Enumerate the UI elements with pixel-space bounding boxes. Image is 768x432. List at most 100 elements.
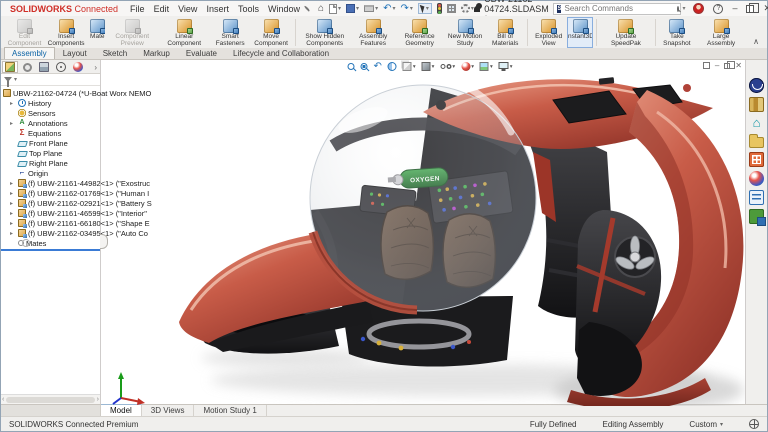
- component-preview-window-button[interactable]: Component Preview Window: [106, 17, 158, 48]
- tab-sketch[interactable]: Sketch: [95, 47, 135, 59]
- pin-menu-icon[interactable]: [304, 5, 310, 11]
- tab-motion-study[interactable]: Motion Study 1: [194, 405, 266, 416]
- expand-icon[interactable]: ▸: [10, 210, 16, 217]
- smart-fasteners-button[interactable]: Smart Fasteners: [210, 17, 250, 48]
- file-explorer-icon[interactable]: [749, 137, 764, 148]
- tab-configurationmanager[interactable]: [36, 61, 52, 73]
- select-tool-button[interactable]: ▾: [418, 3, 432, 14]
- help-button[interactable]: ?: [713, 4, 723, 14]
- graphics-area[interactable]: ↶ ▾ ▾ ▾ ▾ ▾ ▾ – ✕: [101, 60, 745, 404]
- minimize-button[interactable]: –: [732, 4, 737, 13]
- show-hidden-components-button[interactable]: Show Hidden Components: [299, 17, 351, 48]
- tab-propertymanager[interactable]: [19, 61, 35, 73]
- insert-components-button[interactable]: Insert Components▾: [44, 17, 88, 48]
- user-avatar[interactable]: [693, 3, 704, 14]
- mate-button[interactable]: Mate: [88, 17, 106, 48]
- expand-icon[interactable]: ▸: [10, 200, 16, 207]
- display-style-button[interactable]: ▾: [422, 62, 435, 71]
- take-snapshot-button[interactable]: Take Snapshot: [659, 17, 696, 48]
- expand-icon[interactable]: ▸: [10, 230, 16, 237]
- expand-icon[interactable]: ▸: [10, 120, 16, 127]
- tab-layout[interactable]: Layout: [55, 47, 95, 59]
- menu-tools[interactable]: Tools: [238, 4, 259, 14]
- tree-item-component-human[interactable]: ▸(f) UBW-21162-01769<1> ("Human I: [1, 188, 100, 198]
- menu-file[interactable]: File: [130, 4, 145, 14]
- tree-item-annotations[interactable]: ▸AAnnotations: [1, 118, 100, 128]
- update-speedpak-button[interactable]: Update SpeedPak Subassemblies: [600, 17, 652, 48]
- view-orientation-button[interactable]: ▾: [403, 62, 416, 71]
- tree-item-equations[interactable]: ΣEquations: [1, 128, 100, 138]
- design-library-icon[interactable]: [749, 97, 764, 112]
- unit-dropdown-icon[interactable]: ▾: [720, 421, 723, 428]
- feature-tabs-overflow-button[interactable]: ›: [94, 63, 99, 72]
- tree-item-origin[interactable]: ⌐Origin: [1, 168, 100, 178]
- home-button[interactable]: ⌂: [318, 4, 324, 13]
- tree-item-front-plane[interactable]: Front Plane: [1, 138, 100, 148]
- exploded-view-button[interactable]: Exploded View▾: [530, 17, 566, 48]
- tree-item-component-autoco[interactable]: ▸(f) UBW-21162-03495<1> ("Auto Co: [1, 228, 100, 238]
- search-commands-box[interactable]: S ▾: [553, 3, 681, 15]
- filter-dropdown-icon[interactable]: ▾: [14, 76, 17, 83]
- menu-window[interactable]: Window: [268, 4, 300, 14]
- search-dropdown-icon[interactable]: ▾: [682, 5, 685, 12]
- tree-horizontal-scrollbar[interactable]: ‹ ›: [1, 394, 100, 404]
- zoom-to-area-icon[interactable]: [361, 63, 368, 70]
- print-button[interactable]: ▾: [364, 5, 378, 12]
- tree-item-history[interactable]: ▸History: [1, 98, 100, 108]
- tree-root[interactable]: UBW-21162-04724 (*U-Boat Worx NEMO: [1, 88, 100, 98]
- save-button[interactable]: ▾: [346, 4, 359, 13]
- menu-edit[interactable]: Edit: [154, 4, 170, 14]
- edit-appearance-button[interactable]: ▾: [461, 62, 474, 71]
- 3d-model-viewport[interactable]: OXYGEN: [101, 60, 745, 406]
- tab-lifecycle-collaboration[interactable]: Lifecycle and Collaboration: [225, 47, 337, 59]
- performance-evaluation-icon[interactable]: [437, 3, 442, 14]
- tree-filter[interactable]: ▾: [1, 74, 100, 86]
- panel-splitter-line[interactable]: [1, 249, 100, 251]
- doc-restore-button[interactable]: [724, 63, 730, 69]
- new-motion-study-button[interactable]: New Motion Study: [444, 17, 487, 48]
- tree-item-right-plane[interactable]: Right Plane: [1, 158, 100, 168]
- home-icon[interactable]: ⌂: [749, 116, 764, 131]
- expand-icon[interactable]: ▸: [10, 220, 16, 227]
- edit-component-button[interactable]: Edit Component: [5, 17, 44, 48]
- expand-icon[interactable]: ▸: [10, 190, 16, 197]
- undo-button[interactable]: ↶▾: [383, 4, 395, 13]
- move-component-button[interactable]: Move Component▾: [250, 17, 292, 48]
- tree-item-component-battery[interactable]: ▸(f) UBW-21162-02921<1> ("Battery S: [1, 198, 100, 208]
- menu-view[interactable]: View: [178, 4, 197, 14]
- forum-icon[interactable]: [749, 209, 764, 224]
- doc-close-button[interactable]: ✕: [735, 61, 742, 70]
- tree-item-top-plane[interactable]: Top Plane: [1, 148, 100, 158]
- tree-item-sensors[interactable]: Sensors: [1, 108, 100, 118]
- hide-show-items-button[interactable]: ▾: [440, 64, 455, 70]
- redo-button[interactable]: ↷▾: [400, 4, 412, 13]
- assembly-features-button[interactable]: Assembly Features▾: [351, 17, 396, 48]
- close-button[interactable]: ✕: [763, 4, 768, 13]
- previous-view-icon[interactable]: ↶: [374, 62, 382, 71]
- doc-minimize-button[interactable]: –: [715, 63, 719, 69]
- reference-geometry-button[interactable]: Reference Geometry▾: [396, 17, 444, 48]
- menu-insert[interactable]: Insert: [206, 4, 229, 14]
- instant3d-button[interactable]: Instant3D: [567, 17, 593, 48]
- tree-item-component-interior[interactable]: ▸(f) UBW-21161-46599<1> ("Interior": [1, 208, 100, 218]
- tab-evaluate[interactable]: Evaluate: [178, 47, 225, 59]
- tree-item-component-exostructure[interactable]: ▸(f) UBW-21161-44982<1> ("Exostruc: [1, 178, 100, 188]
- view-settings-button[interactable]: ▾: [499, 64, 513, 70]
- new-document-button[interactable]: ▾: [329, 4, 341, 14]
- search-icon[interactable]: [677, 6, 679, 12]
- expand-icon[interactable]: ▸: [10, 100, 16, 107]
- tab-assembly[interactable]: Assembly: [4, 47, 55, 59]
- 3dexperience-icon[interactable]: [749, 78, 764, 93]
- tab-displaymanager[interactable]: [70, 61, 86, 73]
- tab-featuremanager-tree[interactable]: [2, 61, 18, 73]
- section-view-icon[interactable]: [388, 62, 397, 71]
- large-assembly-settings-button[interactable]: Large Assembly Settings▾: [695, 17, 747, 48]
- linear-component-pattern-button[interactable]: Linear Component Pattern▾: [158, 17, 210, 48]
- custom-properties-icon[interactable]: [749, 190, 764, 205]
- scrollbar-thumb[interactable]: [6, 397, 94, 403]
- globe-icon[interactable]: [749, 419, 759, 429]
- tab-3d-views[interactable]: 3D Views: [142, 405, 195, 416]
- tab-markup[interactable]: Markup: [135, 47, 178, 59]
- zoom-to-fit-icon[interactable]: [348, 63, 355, 70]
- expand-icon[interactable]: ▸: [10, 180, 16, 187]
